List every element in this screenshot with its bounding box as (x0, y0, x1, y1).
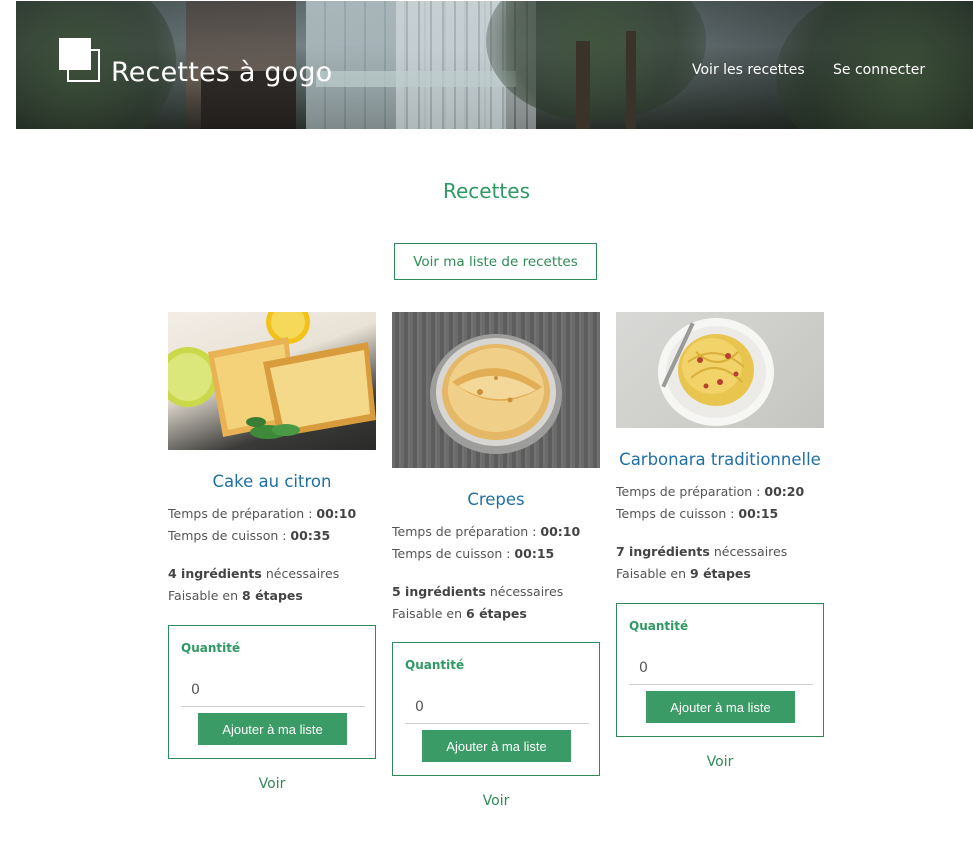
ingredients-suffix: nécessaires (485, 584, 564, 599)
steps-value: 9 étapes (690, 566, 751, 581)
prep-time: Temps de préparation : 00:10 (392, 521, 600, 543)
steps-prefix: Faisable en (616, 566, 691, 581)
recipe-card: Carbonara traditionnelle Temps de prépar… (616, 312, 824, 770)
cook-time: Temps de cuisson : 00:15 (392, 543, 600, 565)
quantity-label: Quantité (405, 658, 465, 672)
recipe-card: Cake au citron Temps de préparation : 00… (168, 312, 376, 792)
quantity-label: Quantité (629, 619, 689, 633)
logo-icon[interactable] (59, 38, 101, 84)
header-photo-bridge (316, 71, 516, 87)
view-recipe-link[interactable]: Voir (392, 793, 600, 809)
quantity-input[interactable] (181, 673, 365, 707)
recipe-meta: 7 ingrédients nécessaires Faisable en 9 … (616, 541, 824, 585)
recipe-image-cake[interactable] (168, 312, 376, 450)
recipe-times: Temps de préparation : 00:10 Temps de cu… (392, 521, 600, 565)
crepes-illustration (430, 334, 562, 454)
recipe-title[interactable]: Cake au citron (168, 472, 376, 491)
recipe-title[interactable]: Carbonara traditionnelle (616, 450, 824, 469)
header-photo-trunk (576, 41, 590, 129)
prep-value: 00:20 (764, 484, 805, 499)
ingredients-count: 4 ingrédients nécessaires (168, 563, 376, 585)
prep-label: Temps de préparation : (392, 524, 541, 539)
cook-value: 00:15 (514, 546, 555, 561)
ingredients-suffix: nécessaires (709, 544, 788, 559)
logo-square-filled (59, 38, 91, 70)
prep-value: 00:10 (316, 506, 357, 521)
quantity-form: Quantité Ajouter à ma liste (616, 603, 824, 737)
header-banner: Recettes à gogo Voir les recettes Se con… (16, 1, 973, 129)
prep-label: Temps de préparation : (168, 506, 317, 521)
add-to-list-button[interactable]: Ajouter à ma liste (422, 730, 571, 762)
recipe-times: Temps de préparation : 00:10 Temps de cu… (168, 503, 376, 547)
quantity-label: Quantité (181, 641, 241, 655)
cook-value: 00:15 (738, 506, 779, 521)
recipe-times: Temps de préparation : 00:20 Temps de cu… (616, 481, 824, 525)
nav-se-connecter[interactable]: Se connecter (833, 62, 925, 78)
view-recipe-link[interactable]: Voir (168, 776, 376, 792)
prep-label: Temps de préparation : (616, 484, 765, 499)
recipe-meta: 4 ingrédients nécessaires Faisable en 8 … (168, 563, 376, 607)
ingredients-count: 5 ingrédients nécessaires (392, 581, 600, 603)
view-list-button[interactable]: Voir ma liste de recettes (394, 243, 597, 280)
header-photo-trunk (626, 31, 636, 129)
prep-value: 00:10 (540, 524, 581, 539)
page-title: Recettes (442, 179, 530, 203)
quantity-input[interactable] (405, 690, 589, 724)
prep-time: Temps de préparation : 00:10 (168, 503, 376, 525)
steps-count: Faisable en 6 étapes (392, 603, 600, 625)
recipe-title[interactable]: Crepes (392, 490, 600, 509)
add-to-list-button[interactable]: Ajouter à ma liste (198, 713, 347, 745)
quantity-input[interactable] (629, 651, 813, 685)
steps-value: 8 étapes (242, 588, 303, 603)
steps-value: 6 étapes (466, 606, 527, 621)
cook-label: Temps de cuisson : (392, 546, 515, 561)
nav-voir-recettes[interactable]: Voir les recettes (692, 62, 805, 78)
steps-count: Faisable en 8 étapes (168, 585, 376, 607)
steps-prefix: Faisable en (392, 606, 467, 621)
recipe-meta: 5 ingrédients nécessaires Faisable en 6 … (392, 581, 600, 625)
ingredients-count: 7 ingrédients nécessaires (616, 541, 824, 563)
ingredients-value: 4 ingrédients (168, 566, 262, 581)
quantity-form: Quantité Ajouter à ma liste (168, 625, 376, 759)
view-recipe-link[interactable]: Voir (616, 754, 824, 770)
cook-time: Temps de cuisson : 00:35 (168, 525, 376, 547)
cake-illustration (168, 312, 376, 439)
recipe-image-carbonara[interactable] (616, 312, 824, 428)
steps-prefix: Faisable en (168, 588, 243, 603)
cook-value: 00:35 (290, 528, 331, 543)
add-to-list-button[interactable]: Ajouter à ma liste (646, 691, 795, 723)
cook-label: Temps de cuisson : (168, 528, 291, 543)
cook-label: Temps de cuisson : (616, 506, 739, 521)
recipe-image-crepes[interactable] (392, 312, 600, 468)
ingredients-value: 7 ingrédients (616, 544, 710, 559)
steps-count: Faisable en 9 étapes (616, 563, 824, 585)
cook-time: Temps de cuisson : 00:15 (616, 503, 824, 525)
ingredients-value: 5 ingrédients (392, 584, 486, 599)
recipe-card: Crepes Temps de préparation : 00:10 Temp… (392, 312, 600, 809)
carbonara-illustration (658, 318, 774, 426)
ingredients-suffix: nécessaires (261, 566, 340, 581)
quantity-form: Quantité Ajouter à ma liste (392, 642, 600, 776)
prep-time: Temps de préparation : 00:20 (616, 481, 824, 503)
brand-name[interactable]: Recettes à gogo (111, 57, 333, 88)
